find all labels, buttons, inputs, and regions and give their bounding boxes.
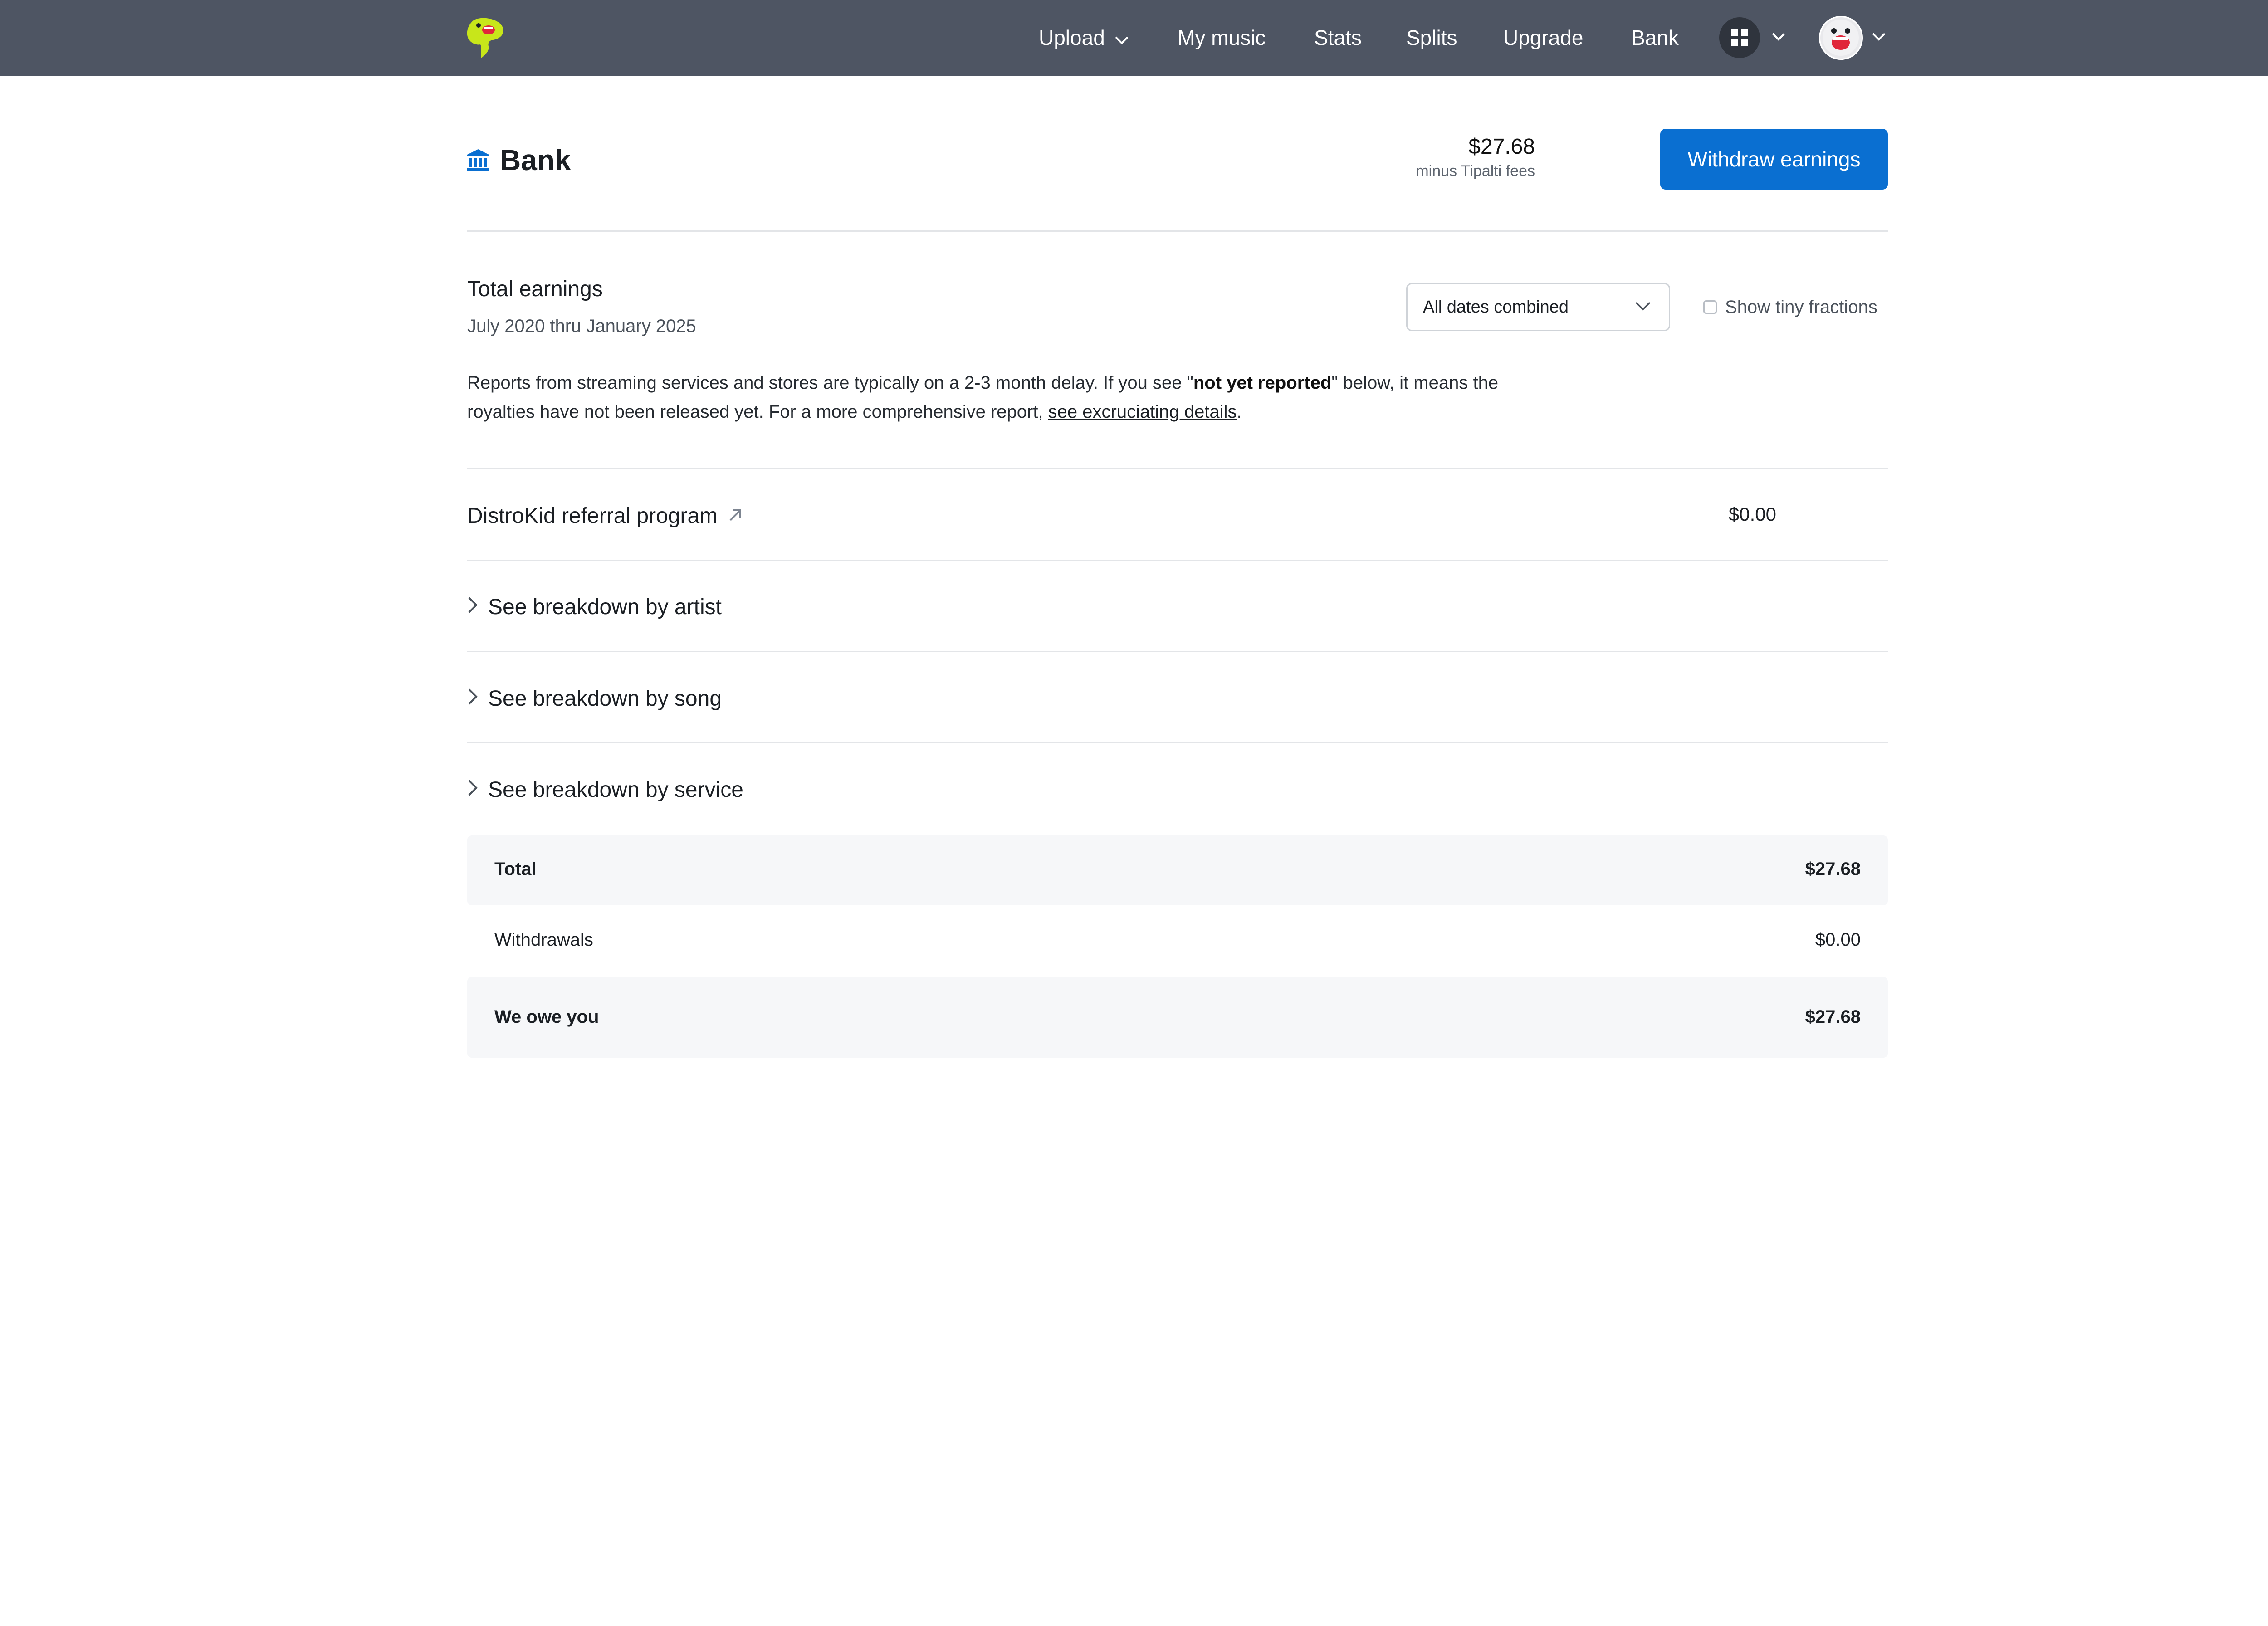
- avatar-chevron-down-icon[interactable]: [1872, 33, 1886, 43]
- reporting-delay-notice: Reports from streaming services and stor…: [467, 368, 1565, 426]
- divider: [467, 230, 1888, 232]
- we-owe-you-row: We owe you $27.68: [467, 977, 1888, 1058]
- chevron-right-icon: [467, 595, 478, 620]
- total-label: Total: [494, 859, 537, 879]
- divider: [467, 468, 1888, 469]
- withdrawals-value: $0.00: [1815, 930, 1861, 950]
- nav-upgrade[interactable]: Upgrade: [1503, 0, 1583, 76]
- total-row: Total $27.68: [467, 835, 1888, 905]
- avatar[interactable]: [1819, 16, 1863, 60]
- date-filter-value: All dates combined: [1423, 298, 1569, 317]
- breakdown-by-artist-label: See breakdown by artist: [488, 595, 722, 619]
- nav-stats[interactable]: Stats: [1314, 0, 1362, 76]
- nav-my-music[interactable]: My music: [1178, 0, 1266, 76]
- breakdown-by-artist-toggle[interactable]: See breakdown by artist: [467, 592, 722, 621]
- referral-program-link[interactable]: DistroKid referral program: [467, 501, 743, 530]
- chevron-down-icon: [1635, 302, 1651, 313]
- breakdown-by-song-toggle[interactable]: See breakdown by song: [467, 684, 722, 713]
- apps-chevron-down-icon[interactable]: [1772, 33, 1785, 43]
- divider: [467, 651, 1888, 652]
- balance-note: minus Tipalti fees: [1416, 162, 1535, 180]
- nav-bank[interactable]: Bank: [1631, 0, 1679, 76]
- balance-amount: $27.68: [1468, 135, 1535, 159]
- withdrawals-row: Withdrawals $0.00: [467, 905, 1888, 977]
- nav-splits[interactable]: Splits: [1406, 0, 1457, 76]
- total-earnings-title: Total earnings: [467, 277, 603, 301]
- date-filter-select[interactable]: All dates combined: [1406, 283, 1670, 331]
- nav-upload-label: Upload: [1039, 26, 1105, 49]
- distrokid-logo[interactable]: [465, 16, 506, 60]
- apps-grid-button[interactable]: [1719, 17, 1760, 58]
- breakdown-by-service-label: See breakdown by service: [488, 777, 743, 802]
- breakdown-by-service-toggle[interactable]: See breakdown by service: [467, 775, 743, 804]
- referral-program-label: DistroKid referral program: [467, 503, 718, 528]
- withdraw-earnings-button[interactable]: Withdraw earnings: [1660, 129, 1888, 190]
- notice-text: .: [1237, 402, 1242, 422]
- divider: [467, 560, 1888, 561]
- breakdown-by-song-label: See breakdown by song: [488, 686, 722, 711]
- notice-emphasis: not yet reported: [1193, 373, 1332, 393]
- we-owe-you-label: We owe you: [494, 1007, 599, 1027]
- nav-upload[interactable]: Upload: [1039, 0, 1129, 76]
- page-title: Bank: [466, 142, 571, 178]
- referral-amount: $0.00: [1728, 503, 1776, 525]
- tiny-fractions-label: Show tiny fractions: [1725, 297, 1877, 317]
- earnings-date-range: July 2020 thru January 2025: [467, 316, 696, 336]
- total-value: $27.68: [1805, 859, 1861, 879]
- excruciating-details-link[interactable]: see excruciating details: [1048, 402, 1237, 422]
- balance-summary: $27.68 minus Tipalti fees: [1416, 133, 1535, 181]
- external-link-arrow-icon: [728, 503, 743, 528]
- bank-icon: [467, 149, 489, 171]
- tiny-fractions-checkbox[interactable]: [1703, 300, 1717, 314]
- we-owe-you-value: $27.68: [1805, 1007, 1861, 1027]
- chevron-right-icon: [467, 777, 478, 802]
- chevron-down-icon: [1115, 0, 1129, 75]
- chevron-right-icon: [467, 686, 478, 711]
- withdrawals-label: Withdrawals: [494, 930, 593, 950]
- page-title-text: Bank: [500, 144, 571, 176]
- divider: [467, 742, 1888, 743]
- apps-grid-icon: [1731, 29, 1748, 46]
- notice-text: Reports from streaming services and stor…: [467, 373, 1193, 393]
- top-nav: Upload My music Stats Splits Upgrade Ban…: [0, 0, 2268, 76]
- show-tiny-fractions-toggle[interactable]: Show tiny fractions: [1703, 295, 1877, 319]
